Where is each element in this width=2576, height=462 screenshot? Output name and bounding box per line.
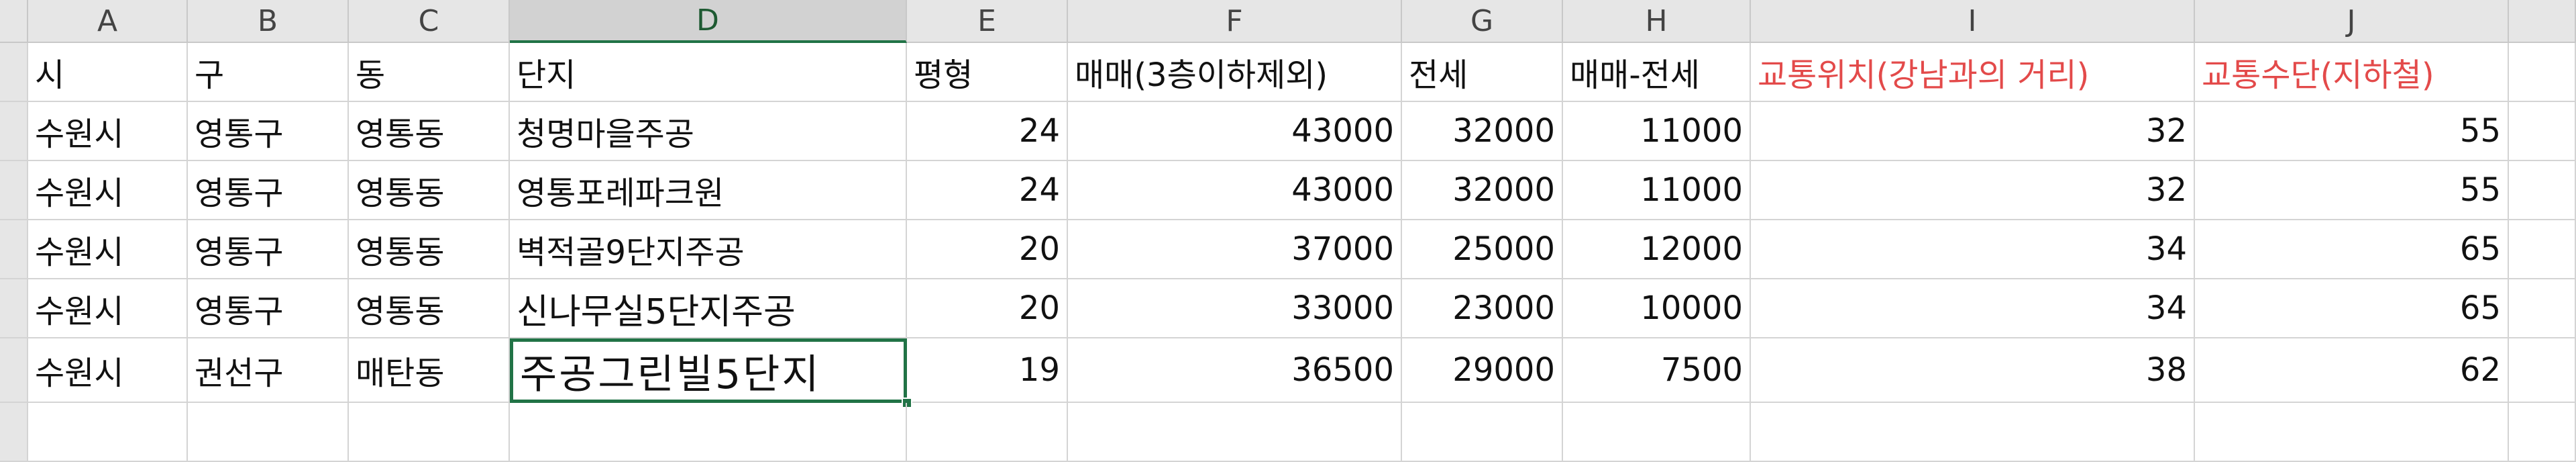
data-cell[interactable]: 32000 <box>1402 161 1563 220</box>
data-cell[interactable]: 32 <box>1751 161 2195 220</box>
data-cell[interactable]: 62 <box>2195 338 2509 403</box>
select-all-corner[interactable] <box>0 0 28 43</box>
data-cell[interactable]: 20 <box>907 279 1068 338</box>
header-cell-city[interactable]: 시 <box>28 43 188 102</box>
header-cell-transit-mode[interactable]: 교통수단(지하철) <box>2195 43 2509 102</box>
data-cell[interactable]: 38 <box>1751 338 2195 403</box>
data-cell[interactable]: 수원시 <box>28 338 188 403</box>
data-cell[interactable]: 24 <box>907 161 1068 220</box>
column-header-h[interactable]: H <box>1563 0 1751 43</box>
selected-cell[interactable]: 주공그린빌5단지 <box>510 338 907 403</box>
data-cell[interactable]: 20 <box>907 220 1068 279</box>
column-header-g[interactable]: G <box>1402 0 1563 43</box>
empty-cell[interactable] <box>2509 161 2576 220</box>
empty-cell[interactable] <box>2509 338 2576 403</box>
data-cell[interactable]: 55 <box>2195 161 2509 220</box>
spreadsheet-grid[interactable]: A B C D E F G H I J 시 구 동 단지 평형 매매(3층이하제… <box>0 0 2576 462</box>
data-cell[interactable]: 영통동 <box>349 102 510 161</box>
data-cell[interactable]: 벽적골9단지주공 <box>510 220 907 279</box>
column-header-f[interactable]: F <box>1068 0 1402 43</box>
data-cell[interactable]: 신나무실5단지주공 <box>510 279 907 338</box>
empty-cell[interactable] <box>907 403 1068 462</box>
empty-cell[interactable] <box>2509 403 2576 462</box>
data-cell[interactable]: 매탄동 <box>349 338 510 403</box>
data-cell[interactable]: 영통구 <box>188 220 349 279</box>
data-cell[interactable]: 25000 <box>1402 220 1563 279</box>
row-header[interactable] <box>0 279 28 338</box>
data-cell[interactable]: 34 <box>1751 279 2195 338</box>
data-cell[interactable]: 37000 <box>1068 220 1402 279</box>
column-header-d[interactable]: D <box>510 0 907 43</box>
empty-cell[interactable] <box>28 403 188 462</box>
empty-cell[interactable] <box>188 403 349 462</box>
empty-cell[interactable] <box>349 403 510 462</box>
data-cell[interactable]: 수원시 <box>28 161 188 220</box>
header-cell-district[interactable]: 구 <box>188 43 349 102</box>
row-header[interactable] <box>0 43 28 102</box>
empty-cell[interactable] <box>2509 102 2576 161</box>
data-cell[interactable]: 영통동 <box>349 279 510 338</box>
data-cell[interactable]: 36500 <box>1068 338 1402 403</box>
data-cell[interactable]: 19 <box>907 338 1068 403</box>
data-cell[interactable]: 24 <box>907 102 1068 161</box>
data-cell[interactable]: 영통포레파크원 <box>510 161 907 220</box>
data-cell[interactable]: 29000 <box>1402 338 1563 403</box>
column-header-e[interactable]: E <box>907 0 1068 43</box>
empty-cell[interactable] <box>2509 279 2576 338</box>
data-cell[interactable]: 10000 <box>1563 279 1751 338</box>
empty-cell[interactable] <box>1402 403 1563 462</box>
data-cell[interactable]: 12000 <box>1563 220 1751 279</box>
empty-cell[interactable] <box>1068 403 1402 462</box>
header-cell-size[interactable]: 평형 <box>907 43 1068 102</box>
data-cell[interactable]: 34 <box>1751 220 2195 279</box>
empty-cell[interactable] <box>2509 43 2576 102</box>
data-cell[interactable]: 32 <box>1751 102 2195 161</box>
data-cell[interactable]: 11000 <box>1563 161 1751 220</box>
data-cell[interactable]: 11000 <box>1563 102 1751 161</box>
header-cell-complex[interactable]: 단지 <box>510 43 907 102</box>
data-cell[interactable]: 32000 <box>1402 102 1563 161</box>
data-cell[interactable]: 영통동 <box>349 220 510 279</box>
header-cell-transit-location[interactable]: 교통위치(강남과의 거리) <box>1751 43 2195 102</box>
data-cell[interactable]: 영통동 <box>349 161 510 220</box>
column-header-i[interactable]: I <box>1751 0 2195 43</box>
data-cell[interactable]: 33000 <box>1068 279 1402 338</box>
row-header[interactable] <box>0 161 28 220</box>
column-header-j[interactable]: J <box>2195 0 2509 43</box>
empty-cell[interactable] <box>1751 403 2195 462</box>
data-cell[interactable]: 수원시 <box>28 279 188 338</box>
data-cell[interactable]: 43000 <box>1068 102 1402 161</box>
column-header-c[interactable]: C <box>349 0 510 43</box>
data-cell[interactable]: 7500 <box>1563 338 1751 403</box>
data-cell[interactable]: 청명마을주공 <box>510 102 907 161</box>
header-cell-gap[interactable]: 매매-전세 <box>1563 43 1751 102</box>
empty-cell[interactable] <box>510 403 907 462</box>
data-cell[interactable]: 수원시 <box>28 220 188 279</box>
data-cell[interactable]: 권선구 <box>188 338 349 403</box>
header-cell-jeonse[interactable]: 전세 <box>1402 43 1563 102</box>
column-header-b[interactable]: B <box>188 0 349 43</box>
column-header-k[interactable] <box>2509 0 2576 43</box>
data-cell[interactable]: 65 <box>2195 220 2509 279</box>
empty-cell[interactable] <box>2509 220 2576 279</box>
row-header[interactable] <box>0 338 28 403</box>
data-cell[interactable]: 65 <box>2195 279 2509 338</box>
data-cell[interactable]: 수원시 <box>28 102 188 161</box>
row-header[interactable] <box>0 220 28 279</box>
header-cell-sale-price[interactable]: 매매(3층이하제외) <box>1068 43 1402 102</box>
header-cell-dong[interactable]: 동 <box>349 43 510 102</box>
row-header[interactable] <box>0 102 28 161</box>
empty-cell[interactable] <box>2195 403 2509 462</box>
data-cell[interactable]: 영통구 <box>188 279 349 338</box>
data-cell[interactable]: 영통구 <box>188 102 349 161</box>
data-cell[interactable]: 55 <box>2195 102 2509 161</box>
data-cell[interactable]: 영통구 <box>188 161 349 220</box>
data-cell[interactable]: 23000 <box>1402 279 1563 338</box>
empty-cell[interactable] <box>1563 403 1751 462</box>
data-cell[interactable]: 43000 <box>1068 161 1402 220</box>
column-header-a[interactable]: A <box>28 0 188 43</box>
row-header[interactable] <box>0 403 28 462</box>
